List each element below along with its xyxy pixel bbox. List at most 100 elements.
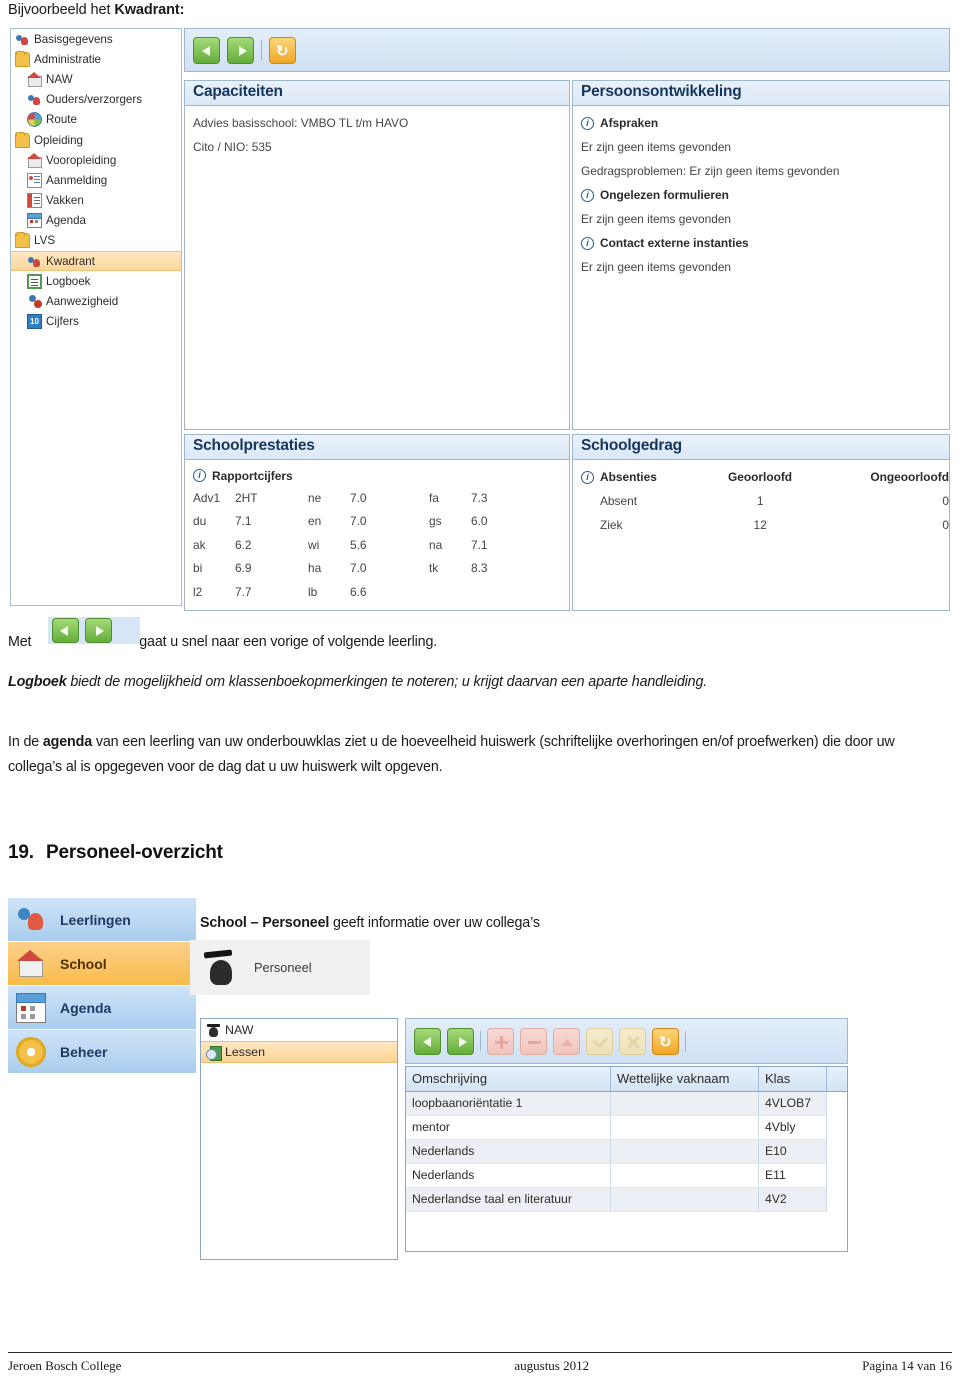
- refresh-icon: ↻: [276, 42, 289, 60]
- toolbar-separator: [261, 40, 262, 60]
- next-button[interactable]: [447, 1027, 474, 1055]
- folder-icon: [15, 50, 30, 67]
- nav-tab-label: Beheer: [60, 1043, 108, 1060]
- tree-item-naw[interactable]: NAW: [11, 69, 181, 89]
- nav-tab-school[interactable]: School: [8, 942, 196, 986]
- subtree-item-lessen[interactable]: Lessen: [201, 1041, 397, 1063]
- subtree-item-label: NAW: [225, 1023, 254, 1037]
- tree-item-label: Basisgegevens: [34, 32, 113, 46]
- tree-item-aanwezigheid[interactable]: Aanwezigheid: [11, 291, 181, 311]
- grades-cell: l2: [193, 584, 203, 599]
- check-icon: [592, 1032, 609, 1048]
- nav-tab-beheer[interactable]: Beheer: [8, 1030, 196, 1074]
- personeel-tile[interactable]: Personeel: [190, 940, 370, 995]
- schoolprestaties-panel: Schoolprestaties i Rapportcijfers Adv1 2H…: [184, 434, 570, 611]
- tree-item-administratie[interactable]: Administratie: [11, 49, 181, 69]
- subtree-item-naw[interactable]: NAW: [201, 1019, 397, 1041]
- kwadrant-screenshot: Basisgegevens Administratie NAW Ouders/verz…: [0, 26, 960, 611]
- grades-cell: lb: [308, 584, 318, 599]
- grades-cell: ak: [193, 537, 206, 552]
- schoolprestaties-title: Schoolprestaties: [185, 435, 569, 460]
- table-cell: mentor: [406, 1116, 611, 1140]
- refresh-button[interactable]: ↻: [652, 1027, 679, 1055]
- lesson-icon: [206, 1045, 222, 1061]
- grid-column-header[interactable]: Wettelijke vaknaam: [611, 1067, 759, 1091]
- tree-item-label: Route: [46, 113, 77, 127]
- remove-button[interactable]: [520, 1027, 547, 1055]
- absences-column-header: Ongeoorloofd: [870, 470, 949, 484]
- table-row[interactable]: loopbaanoriëntatie 1 4VLOB7: [406, 1092, 847, 1116]
- tree-item-label: Ouders/verzorgers: [46, 93, 143, 107]
- grades-cell: 6.6: [350, 584, 367, 599]
- refresh-button[interactable]: ↻: [269, 36, 296, 64]
- absences-cell: 1: [756, 494, 764, 508]
- table-cell: 4Vbly: [759, 1116, 827, 1140]
- kwadrant-toolbar[interactable]: ↻: [184, 28, 950, 72]
- personeel-toolbar[interactable]: ↻: [405, 1018, 848, 1064]
- agenda-p1: In de: [8, 734, 43, 750]
- tree-item-vooropleiding[interactable]: Vooropleiding: [11, 150, 181, 170]
- logboek-rest: biedt de mogelijkheid om klassenboekopme…: [66, 674, 708, 690]
- tree-item-agenda[interactable]: Agenda: [11, 211, 181, 231]
- table-cell: [611, 1188, 759, 1212]
- tree-item-route[interactable]: Route: [11, 110, 181, 130]
- table-row[interactable]: mentor 4Vbly: [406, 1116, 847, 1140]
- tree-item-logboek[interactable]: Logboek: [11, 271, 181, 291]
- capaciteiten-body: Advies basisschool: VMBO TL t/m HAVO Cit…: [185, 106, 569, 159]
- personeel-screenshot: Leerlingen School Agenda Beheer School – Pe…: [0, 890, 960, 1270]
- next-button[interactable]: [227, 36, 254, 64]
- kwadrant-tree[interactable]: Basisgegevens Administratie NAW Ouders/verz…: [10, 28, 182, 606]
- previous-button[interactable]: [193, 36, 220, 64]
- tree-item-cijfers[interactable]: 10 Cijfers: [11, 312, 181, 332]
- persoonsontwikkeling-title: Persoonsontwikkeling: [573, 81, 949, 106]
- edit-button[interactable]: [553, 1027, 580, 1055]
- table-row[interactable]: Nederlandse taal en literatuur 4V2: [406, 1188, 847, 1212]
- absences-row: Absent 1 0: [581, 489, 949, 513]
- tree-item-basisgegevens[interactable]: Basisgegevens: [11, 29, 181, 49]
- cancel-button[interactable]: [619, 1027, 646, 1055]
- tree-item-kwadrant[interactable]: Kwadrant: [11, 251, 181, 272]
- main-nav[interactable]: Leerlingen School Agenda Beheer: [8, 898, 196, 1074]
- grid-column-header[interactable]: Omschrijving: [406, 1067, 611, 1091]
- caption-bold: School – Personeel: [200, 915, 330, 931]
- tree-item-aanmelding[interactable]: Aanmelding: [11, 170, 181, 190]
- previous-button[interactable]: [414, 1027, 441, 1055]
- intro-text: Bijvoorbeeld het: [8, 2, 115, 18]
- tree-item-label: Administratie: [34, 52, 102, 66]
- table-row[interactable]: Nederlands E11: [406, 1164, 847, 1188]
- refresh-icon: ↻: [659, 1033, 672, 1051]
- grid-column-header[interactable]: Klas: [759, 1067, 827, 1091]
- table-cell: [611, 1092, 759, 1116]
- table-row[interactable]: Nederlands E10: [406, 1140, 847, 1164]
- tree-item-label: Logboek: [46, 274, 91, 288]
- tree-item-vakken[interactable]: Vakken: [11, 191, 181, 211]
- book-icon: [27, 193, 42, 209]
- absences-column-header: Geoorloofd: [728, 470, 793, 484]
- previous-button[interactable]: [52, 618, 79, 643]
- footer-right: Pagina 14 van 16: [862, 1358, 952, 1373]
- tree-item-ouders-verzorgers[interactable]: Ouders/verzorgers: [11, 90, 181, 110]
- grades-cell: en: [308, 514, 322, 529]
- table-cell: 4VLOB7: [759, 1092, 827, 1116]
- capaciteiten-title: Capaciteiten: [185, 81, 569, 106]
- intro-bold: Kwadrant:: [114, 2, 185, 18]
- tree-item-lvs[interactable]: LVS: [11, 231, 181, 251]
- group-heading: i Afspraken: [581, 111, 949, 135]
- grades-cell: fa: [429, 490, 439, 505]
- add-button[interactable]: [487, 1027, 514, 1055]
- toolbar-separator: [685, 1031, 686, 1051]
- nav-tab-leerlingen[interactable]: Leerlingen: [8, 898, 196, 942]
- arrow-right-icon: [96, 626, 104, 636]
- people-icon: [16, 905, 46, 935]
- next-button[interactable]: [85, 618, 112, 643]
- confirm-button[interactable]: [586, 1027, 613, 1055]
- grades-cell: 7.1: [235, 514, 252, 529]
- absences-cell: Ziek: [600, 518, 623, 532]
- grades-cell: tk: [429, 561, 439, 576]
- tree-item-opleiding[interactable]: Opleiding: [11, 130, 181, 150]
- section-number: 19.: [8, 842, 34, 863]
- nav-tab-agenda[interactable]: Agenda: [8, 986, 196, 1030]
- personeel-subtree[interactable]: NAW Lessen: [200, 1018, 398, 1260]
- inline-nav-buttons[interactable]: [48, 617, 140, 644]
- grades-cell: ne: [308, 490, 322, 505]
